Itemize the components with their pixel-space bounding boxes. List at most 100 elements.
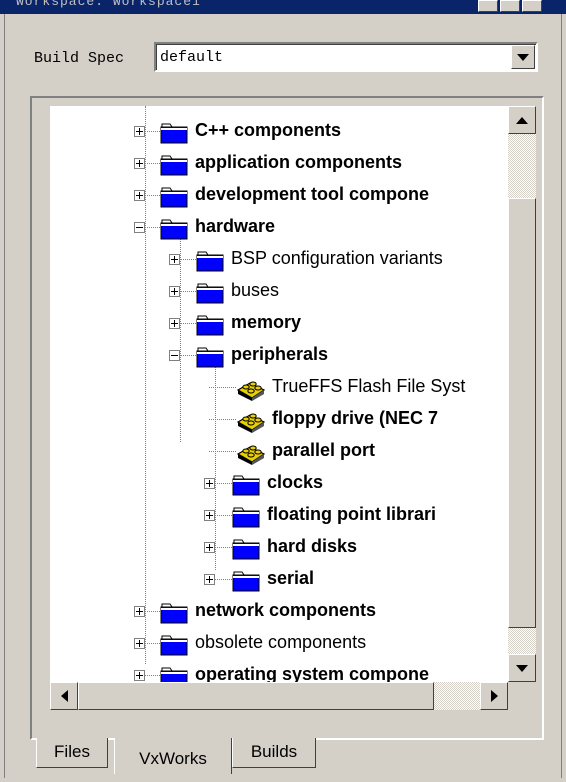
scroll-right-button[interactable] — [480, 682, 508, 710]
tree-item-label: network components — [195, 600, 377, 620]
tree-item-obsolete-components[interactable]: obsolete components — [50, 628, 508, 660]
tree-connector — [145, 611, 160, 612]
tree-item-hard-disks[interactable]: hard disks — [50, 532, 508, 564]
folder-icon — [160, 666, 188, 682]
expand-icon[interactable] — [169, 254, 180, 265]
tree-item-hardware[interactable]: hardware — [50, 212, 508, 244]
chevron-down-icon — [517, 53, 529, 61]
tree-item-trueffs-flash-file-syst[interactable]: TrueFFS Flash File Syst — [50, 372, 508, 404]
build-spec-dropdown-button[interactable] — [511, 45, 535, 69]
expand-icon[interactable] — [134, 638, 145, 649]
tree-item-bsp-configuration-variants[interactable]: BSP configuration variants — [50, 244, 508, 276]
tree-connector — [215, 579, 232, 580]
build-spec-label: Build Spec — [34, 50, 125, 67]
folder-icon — [232, 570, 260, 592]
folder-icon — [160, 122, 188, 144]
close-button[interactable] — [522, 0, 542, 12]
folder-icon — [160, 218, 188, 240]
folder-icon — [232, 474, 260, 496]
tree-connector — [145, 131, 160, 132]
expand-icon[interactable] — [134, 670, 145, 681]
tree-item-serial[interactable]: serial — [50, 564, 508, 596]
expand-icon[interactable] — [204, 574, 215, 585]
collapse-icon[interactable] — [169, 350, 180, 361]
tree-connector — [180, 291, 196, 292]
tab-vxworks[interactable]: VxWorks — [114, 738, 232, 774]
folder-icon — [160, 186, 188, 208]
scroll-up-button[interactable] — [508, 106, 536, 134]
tree-item-label: development tool compone — [195, 184, 430, 204]
scroll-corner — [508, 682, 536, 710]
tree-item-peripherals[interactable]: peripherals — [50, 340, 508, 372]
folder-icon — [232, 538, 260, 560]
vertical-scrollbar[interactable] — [508, 106, 536, 682]
expand-icon[interactable] — [134, 190, 145, 201]
tree-item-label: buses — [231, 280, 280, 300]
tree-connector — [215, 515, 232, 516]
tree-connector — [145, 195, 160, 196]
tab-files[interactable]: Files — [36, 738, 108, 768]
expand-icon[interactable] — [134, 606, 145, 617]
tree-connector — [215, 547, 232, 548]
folder-icon — [160, 634, 188, 656]
tree-connector — [180, 259, 196, 260]
minimize-button[interactable] — [478, 0, 498, 12]
expand-icon[interactable] — [204, 510, 215, 521]
tree-item-label: memory — [231, 312, 302, 332]
collapse-icon[interactable] — [134, 222, 145, 233]
arrow-up-icon — [516, 116, 528, 124]
tree-connector — [145, 227, 160, 228]
tree-item-label: floating point librari — [267, 504, 436, 524]
horizontal-scroll-thumb[interactable] — [78, 682, 434, 710]
tree-connector — [209, 419, 236, 420]
arrow-down-icon — [516, 664, 528, 672]
tree-item-label: obsolete components — [195, 632, 367, 652]
tree-item-label: hardware — [195, 216, 276, 236]
tree-connector — [180, 355, 196, 356]
maximize-button[interactable] — [500, 0, 520, 12]
scroll-down-button[interactable] — [508, 654, 536, 682]
tree-connector — [209, 451, 236, 452]
tree-connector — [145, 643, 160, 644]
tree-connector — [145, 675, 160, 676]
vertical-scroll-thumb[interactable] — [508, 198, 536, 628]
folder-icon — [196, 282, 224, 304]
tree-connector — [145, 163, 160, 164]
tree-item-label: serial — [267, 568, 315, 588]
folder-icon — [196, 346, 224, 368]
build-spec-select[interactable]: default — [154, 42, 538, 72]
expand-icon[interactable] — [204, 542, 215, 553]
expand-icon[interactable] — [134, 126, 145, 137]
tree-connector — [180, 323, 196, 324]
tree-item-buses[interactable]: buses — [50, 276, 508, 308]
tree-item-c-components[interactable]: C++ components — [50, 116, 508, 148]
tree-item-floppy-drive-nec-7[interactable]: floppy drive (NEC 7 — [50, 404, 508, 436]
tree-item-floating-point-librari[interactable]: floating point librari — [50, 500, 508, 532]
tree-item-clocks[interactable]: clocks — [50, 468, 508, 500]
tree-item-label: TrueFFS Flash File Syst — [272, 376, 466, 396]
component-icon — [236, 374, 266, 402]
expand-icon[interactable] — [204, 478, 215, 489]
tab-builds[interactable]: Builds — [232, 738, 316, 768]
expand-icon[interactable] — [169, 286, 180, 297]
window-title: Workspace: Workspace1 — [16, 0, 201, 9]
tree-item-label: parallel port — [272, 440, 376, 460]
arrow-right-icon — [490, 690, 498, 702]
tree-item-label: application components — [195, 152, 403, 172]
tree-connector — [209, 387, 236, 388]
tree-item-application-components[interactable]: application components — [50, 148, 508, 180]
horizontal-scrollbar[interactable] — [50, 682, 508, 710]
tree-item-parallel-port[interactable]: parallel port — [50, 436, 508, 468]
folder-icon — [160, 154, 188, 176]
scroll-left-button[interactable] — [50, 682, 78, 710]
expand-icon[interactable] — [134, 158, 145, 169]
component-tree[interactable]: C++ components application components deve… — [50, 106, 508, 682]
tree-item-operating-system-compone[interactable]: operating system compone — [50, 660, 508, 682]
tree-item-label: C++ components — [195, 120, 342, 140]
tree-item-development-tool-compone[interactable]: development tool compone — [50, 180, 508, 212]
component-icon — [236, 406, 266, 434]
tree-item-label: peripherals — [231, 344, 329, 364]
tree-item-network-components[interactable]: network components — [50, 596, 508, 628]
tree-item-memory[interactable]: memory — [50, 308, 508, 340]
expand-icon[interactable] — [169, 318, 180, 329]
